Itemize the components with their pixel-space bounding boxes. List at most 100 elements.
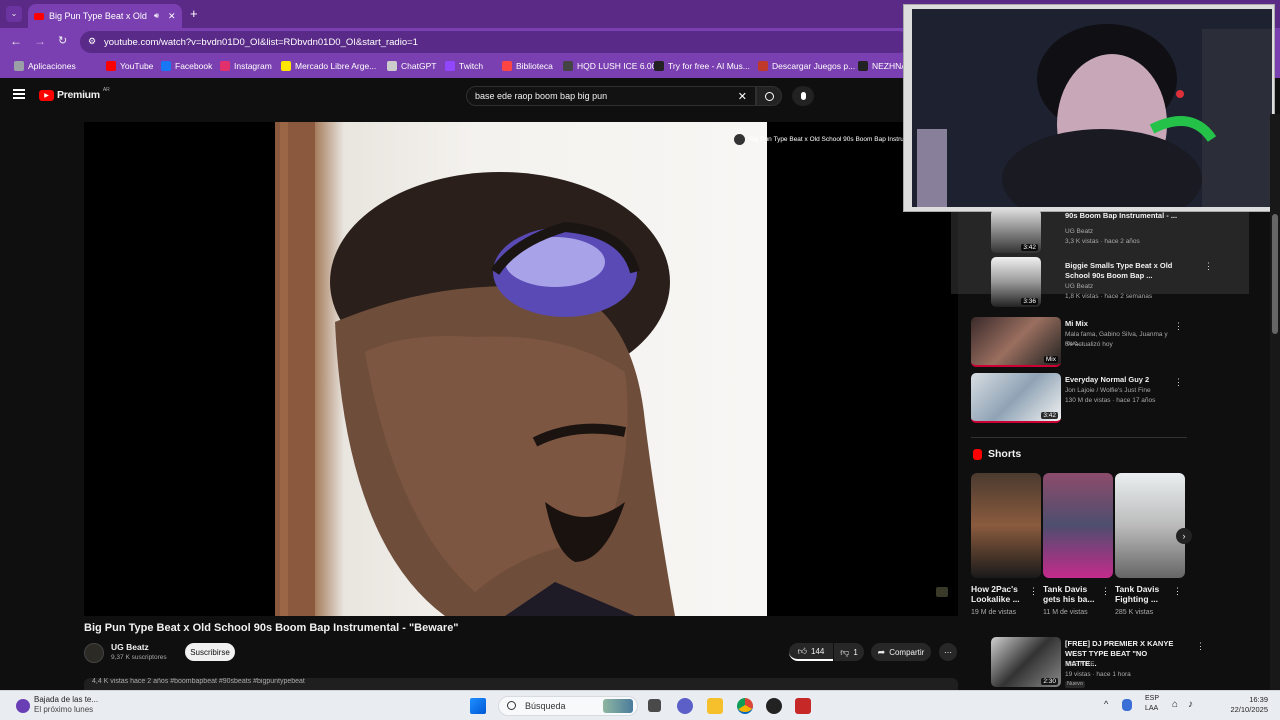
bookmark-9[interactable]: Try for free - AI Mus... bbox=[648, 61, 756, 71]
short-more-icon-0[interactable]: ⋮ bbox=[1029, 586, 1038, 597]
subscriber-count: 9,37 K suscriptores bbox=[111, 654, 167, 661]
tab-list-icon[interactable]: ⌄ bbox=[6, 6, 22, 22]
short-views-1: 11 M de vistas bbox=[1043, 609, 1088, 616]
bookmark-3[interactable]: Instagram bbox=[214, 61, 278, 71]
dollar-icon bbox=[654, 61, 664, 71]
mix-thumbnail: Mix bbox=[971, 317, 1061, 367]
shorts-icon bbox=[973, 448, 982, 460]
reload-icon[interactable]: ↻ bbox=[58, 34, 67, 47]
short-thumbnail-1[interactable] bbox=[1043, 473, 1113, 578]
like-button[interactable]: 👍︎ 144 bbox=[789, 643, 833, 661]
short-title-2[interactable]: Tank Davis Fighting ... bbox=[1115, 584, 1175, 604]
more-actions-button[interactable]: ⋯ bbox=[939, 643, 957, 661]
short-thumbnail-0[interactable] bbox=[971, 473, 1041, 578]
bookmark-6[interactable]: Twitch bbox=[439, 61, 489, 71]
related-channel: RAF NITE bbox=[1065, 661, 1095, 668]
related-channel: UG Beatz bbox=[1065, 283, 1094, 290]
clear-search-icon[interactable]: ✕ bbox=[738, 90, 747, 103]
tab-title: Big Pun Type Beat x Old Sc bbox=[49, 11, 149, 21]
player-overlay-title[interactable]: Big Pun Type Beat x Old School 90s Boom … bbox=[734, 134, 923, 145]
short-views-0: 19 M de vistas bbox=[971, 609, 1017, 616]
shorts-header: Shorts bbox=[973, 448, 1021, 460]
bookmark-10[interactable]: Descargar Juegos p... bbox=[752, 61, 861, 71]
related-thumbnail: 2:30 bbox=[991, 637, 1061, 687]
volume-icon[interactable]: ♪ bbox=[1188, 699, 1193, 710]
bookmark-label: Facebook bbox=[175, 61, 213, 71]
address-bar[interactable]: ⚙︎ youtube.com/watch?v=bvdn01D0_OI&list=… bbox=[80, 31, 910, 53]
scrollbar-thumb[interactable] bbox=[1272, 214, 1278, 334]
streaming-app-icon[interactable] bbox=[795, 698, 811, 714]
related-video-0[interactable]: 3:42 90s Boom Bap Instrumental - ... UG … bbox=[991, 209, 1211, 253]
related-video-3[interactable]: 3:42 Everyday Normal Guy 2 Jon Lajoie / … bbox=[971, 373, 1191, 423]
search-button[interactable] bbox=[756, 86, 782, 106]
library-icon bbox=[502, 61, 512, 71]
related-meta: 3,3 K vistas · hace 2 años bbox=[1065, 238, 1140, 245]
short-more-icon-2[interactable]: ⋮ bbox=[1173, 586, 1182, 597]
close-tab-icon[interactable]: ✕ bbox=[168, 11, 176, 22]
mercadolibre-icon bbox=[281, 61, 291, 71]
windows-start-icon[interactable] bbox=[470, 698, 486, 714]
short-thumbnail-2[interactable] bbox=[1115, 473, 1185, 578]
chat-app-icon[interactable] bbox=[677, 698, 693, 714]
menu-icon[interactable] bbox=[13, 89, 25, 99]
dislike-button[interactable]: 👎︎ 1 bbox=[834, 643, 864, 661]
file-explorer-icon[interactable] bbox=[707, 698, 723, 714]
chrome-icon[interactable] bbox=[737, 698, 753, 714]
short-more-icon-1[interactable]: ⋮ bbox=[1101, 586, 1110, 597]
related-video-1[interactable]: 3:36 Biggie Smalls Type Beat x Old Schoo… bbox=[991, 257, 1213, 307]
new-badge: Nuevo bbox=[1065, 681, 1085, 688]
youtube-logo[interactable]: ▶ Premium AR bbox=[39, 87, 110, 101]
short-title-0[interactable]: How 2Pac's Lookalike ... bbox=[971, 584, 1031, 604]
bookmark-7[interactable]: Biblioteca bbox=[496, 61, 559, 71]
share-button[interactable]: ➦ Compartir bbox=[871, 643, 931, 661]
description-box[interactable]: 4,4 K vistas hace 2 años #boombapbeat #9… bbox=[84, 678, 958, 690]
taskbar-search[interactable]: Búsqueda bbox=[498, 696, 638, 716]
weather-title[interactable]: Bajada de las te... bbox=[34, 695, 98, 704]
task-view-icon[interactable] bbox=[648, 699, 661, 712]
channel-name[interactable]: UG Beatz bbox=[111, 642, 149, 652]
tray-app-icon[interactable] bbox=[1122, 699, 1132, 711]
microphone-icon bbox=[800, 92, 806, 100]
subscribe-button[interactable]: Suscribirse bbox=[185, 643, 235, 661]
language-top[interactable]: ESP bbox=[1145, 695, 1159, 702]
bookmark-2[interactable]: Facebook bbox=[155, 61, 218, 71]
video-player[interactable]: Big Pun Type Beat x Old School 90s Boom … bbox=[84, 122, 958, 616]
twitch-icon bbox=[445, 61, 455, 71]
channel-watermark-icon[interactable] bbox=[936, 587, 948, 597]
forward-icon[interactable]: → bbox=[34, 34, 46, 48]
page-scrollbar[interactable] bbox=[1270, 114, 1280, 690]
duration-badge: 3:42 bbox=[1041, 412, 1058, 419]
channel-row: UG Beatz 9,37 K suscriptores Suscribirse… bbox=[84, 641, 958, 663]
channel-avatar[interactable] bbox=[84, 643, 104, 663]
chatgpt-icon bbox=[387, 61, 397, 71]
more-options-icon[interactable]: ⋮ bbox=[1196, 641, 1205, 652]
bookmark-label: Biblioteca bbox=[516, 61, 553, 71]
browser-tab-active[interactable]: Big Pun Type Beat x Old Sc 🔊︎ ✕ bbox=[28, 4, 182, 28]
site-info-icon[interactable]: ⚙︎ bbox=[88, 36, 96, 47]
more-options-icon[interactable]: ⋮ bbox=[1174, 321, 1183, 332]
clock-time[interactable]: 16:39 bbox=[1220, 695, 1268, 704]
related-video-bottom[interactable]: 2:30 [FREE] DJ PREMIER X KANYE WEST TYPE… bbox=[991, 637, 1211, 688]
bookmark-1[interactable]: YouTube bbox=[100, 61, 159, 71]
search-input[interactable]: base ede raop boom bap big pun ✕ bbox=[466, 86, 756, 106]
network-icon[interactable]: ⌂ bbox=[1172, 699, 1178, 710]
weather-icon[interactable] bbox=[16, 699, 30, 713]
related-meta: Se actualizó hoy bbox=[1065, 341, 1113, 348]
related-mix[interactable]: Mix Mi Mix Mala fama, Gabino Silva, Juan… bbox=[971, 317, 1191, 367]
speaker-icon[interactable]: 🔊︎ bbox=[154, 11, 159, 21]
bookmark-5[interactable]: ChatGPT bbox=[381, 61, 442, 71]
bookmark-0[interactable]: Aplicaciones bbox=[8, 61, 82, 71]
store-icon bbox=[563, 61, 573, 71]
obs-icon[interactable] bbox=[766, 698, 782, 714]
like-icon: 👍︎ bbox=[797, 645, 808, 656]
back-icon[interactable]: ← bbox=[10, 34, 22, 48]
more-options-icon[interactable]: ⋮ bbox=[1174, 377, 1183, 388]
more-options-icon[interactable]: ⋮ bbox=[1204, 261, 1213, 272]
bookmark-4[interactable]: Mercado Libre Arge... bbox=[275, 61, 382, 71]
new-tab-icon[interactable]: + bbox=[190, 6, 198, 21]
streamer-image bbox=[912, 9, 1272, 207]
voice-search-button[interactable] bbox=[792, 86, 814, 106]
shorts-next-icon[interactable]: › bbox=[1176, 528, 1192, 544]
tray-chevron-icon[interactable]: ^ bbox=[1104, 699, 1108, 709]
short-title-1[interactable]: Tank Davis gets his ba... bbox=[1043, 584, 1103, 604]
